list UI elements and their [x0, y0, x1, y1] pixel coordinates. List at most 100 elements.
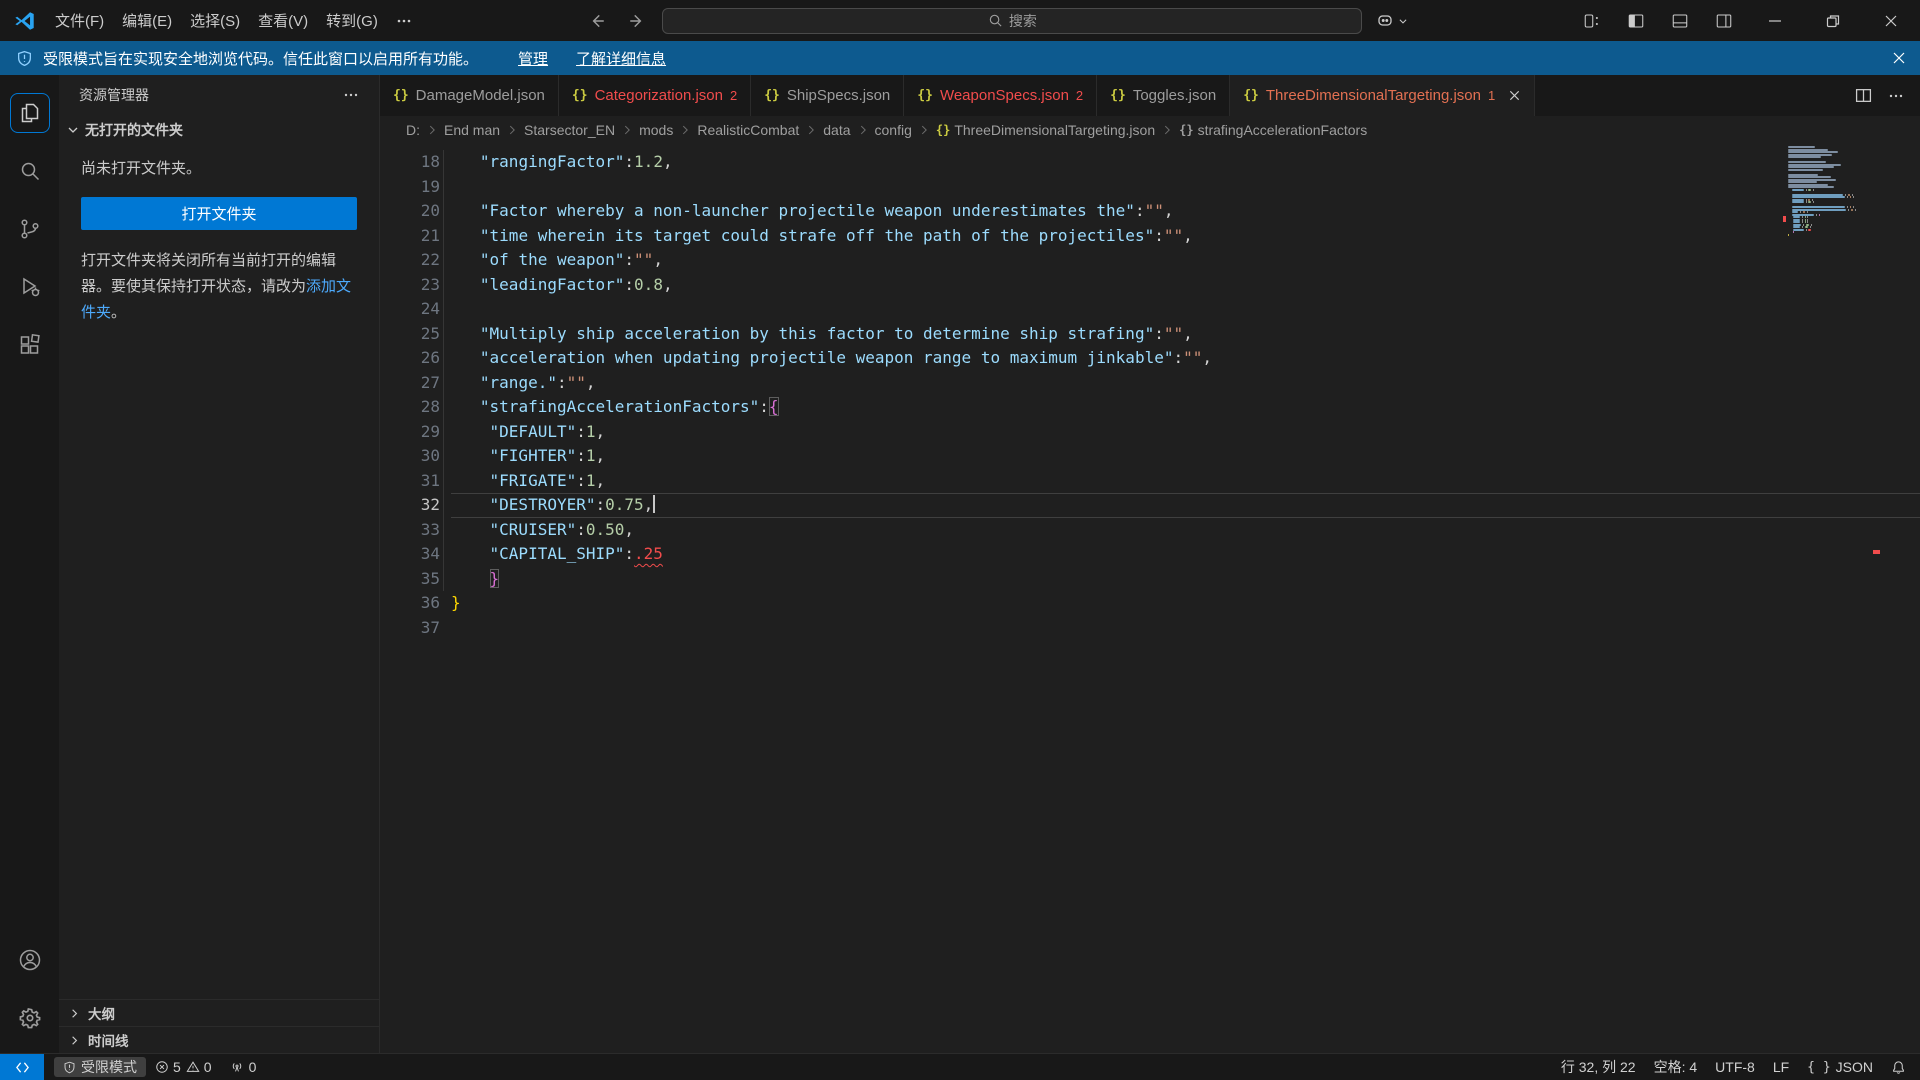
breadcrumb-item-D:[interactable]: D:: [406, 122, 420, 138]
sidebar-item-source-control[interactable]: [6, 200, 54, 258]
chevron-down-icon: [65, 122, 81, 138]
code-line-33[interactable]: 33 "CRUISER":0.50,: [380, 518, 1920, 543]
tab-WeaponSpecs.json[interactable]: {}WeaponSpecs.json2: [904, 75, 1097, 116]
breadcrumb-item-strafingAccelerationFactors[interactable]: {}strafingAccelerationFactors: [1179, 122, 1367, 138]
restricted-mode-status[interactable]: 受限模式: [54, 1057, 146, 1077]
indentation-status[interactable]: 空格: 4: [1645, 1054, 1707, 1080]
forward-arrow-icon[interactable]: [622, 12, 652, 30]
language-mode-status[interactable]: { } JSON: [1798, 1054, 1882, 1080]
split-editor-icon[interactable]: [1855, 87, 1872, 104]
sidebar-item-search[interactable]: [6, 142, 54, 200]
line-content: "DESTROYER":0.75,: [451, 493, 1920, 518]
chevron-right-icon: [67, 1033, 82, 1048]
code-line-24[interactable]: 24: [380, 297, 1920, 322]
code-line-37[interactable]: 37: [380, 616, 1920, 641]
breadcrumb-item-ThreeDimensionalTargeting.json[interactable]: {}ThreeDimensionalTargeting.json: [936, 122, 1155, 138]
code-line-18[interactable]: 18 "rangingFactor":1.2,: [380, 150, 1920, 175]
line-content: "CAPITAL_SHIP":.25: [451, 542, 1920, 567]
code-line-21[interactable]: 21 "time wherein its target could strafe…: [380, 224, 1920, 249]
tab-ShipSpecs.json[interactable]: {}ShipSpecs.json: [751, 75, 904, 116]
code-line-22[interactable]: 22 "of the weapon":"",: [380, 248, 1920, 273]
breadcrumb-item-Starsector_EN[interactable]: Starsector_EN: [524, 122, 615, 138]
remote-indicator[interactable]: [0, 1054, 44, 1080]
tab-DamageModel.json[interactable]: {}DamageModel.json: [380, 75, 559, 116]
close-window-button[interactable]: [1862, 0, 1920, 41]
code-line-36[interactable]: 36}: [380, 591, 1920, 616]
error-icon: [155, 1060, 169, 1074]
breadcrumb-item-End man[interactable]: End man: [444, 122, 500, 138]
editor-more-actions-icon[interactable]: [1888, 88, 1904, 104]
command-center-search[interactable]: 搜索: [662, 8, 1362, 34]
menu-item-1[interactable]: 编辑(E): [113, 6, 181, 35]
chevron-down-icon: [1398, 16, 1408, 26]
code-line-35[interactable]: 35 }: [380, 567, 1920, 592]
code-line-30[interactable]: 30 "FIGHTER":1,: [380, 444, 1920, 469]
breadcrumb-item-mods[interactable]: mods: [639, 122, 673, 138]
problems-status[interactable]: 5 0: [146, 1054, 221, 1080]
toggle-secondary-sidebar-icon[interactable]: [1702, 0, 1746, 41]
code-line-26[interactable]: 26 "acceleration when updating projectil…: [380, 346, 1920, 371]
code-line-27[interactable]: 27 "range.":"",: [380, 371, 1920, 396]
line-content: "Multiply ship acceleration by this fact…: [451, 322, 1920, 347]
encoding-status[interactable]: UTF-8: [1706, 1054, 1764, 1080]
toggle-panel-icon[interactable]: [1658, 0, 1702, 41]
minimap-error-marker: [1783, 216, 1786, 222]
restore-button[interactable]: [1804, 0, 1862, 41]
code-line-20[interactable]: 20 "Factor whereby a non-launcher projec…: [380, 199, 1920, 224]
code-editor[interactable]: 18 "rangingFactor":1.2,1920 "Factor wher…: [380, 144, 1920, 1053]
open-folder-button[interactable]: 打开文件夹: [81, 197, 357, 230]
eol-status[interactable]: LF: [1764, 1054, 1798, 1080]
tab-Categorization.json[interactable]: {}Categorization.json2: [559, 75, 751, 116]
sidebar-more-actions-icon[interactable]: [343, 87, 359, 103]
line-content: "leadingFactor":0.8,: [451, 273, 1920, 298]
sidebar-item-extensions[interactable]: [6, 316, 54, 374]
ports-status[interactable]: 0: [221, 1054, 266, 1080]
tab-ThreeDimensionalTargeting.json[interactable]: {}ThreeDimensionalTargeting.json1: [1230, 75, 1535, 116]
menu-more-icon[interactable]: [387, 9, 421, 33]
remote-icon: [15, 1060, 30, 1075]
outline-section[interactable]: 大纲: [59, 999, 379, 1026]
code-line-29[interactable]: 29 "DEFAULT":1,: [380, 420, 1920, 445]
menu-item-0[interactable]: 文件(F): [46, 6, 113, 35]
manage-link[interactable]: 管理: [518, 48, 548, 69]
breadcrumb-item-data[interactable]: data: [823, 122, 850, 138]
menu-item-4[interactable]: 转到(G): [317, 6, 387, 35]
notifications-bell-icon[interactable]: [1882, 1054, 1920, 1080]
code-line-19[interactable]: 19: [380, 175, 1920, 200]
settings-gear-icon[interactable]: [6, 989, 54, 1047]
cursor-position-status[interactable]: 行 32, 列 22: [1552, 1054, 1645, 1080]
section-no-folder-opened[interactable]: 无打开的文件夹: [59, 115, 379, 145]
menu-item-2[interactable]: 选择(S): [181, 6, 249, 35]
code-line-25[interactable]: 25 "Multiply ship acceleration by this f…: [380, 322, 1920, 347]
breadcrumb-item-RealisticCombat[interactable]: RealisticCombat: [697, 122, 799, 138]
line-content: "strafingAccelerationFactors":{: [451, 395, 1920, 420]
learn-more-link[interactable]: 了解详细信息: [576, 48, 666, 69]
timeline-section[interactable]: 时间线: [59, 1026, 379, 1053]
banner-close-icon[interactable]: [1892, 51, 1906, 65]
sidebar-item-run-debug[interactable]: [6, 258, 54, 316]
tab-close-icon[interactable]: [1508, 89, 1521, 102]
json-symbol-icon: {}: [1179, 123, 1193, 137]
copilot-icon[interactable]: [1376, 13, 1408, 29]
code-line-28[interactable]: 28 "strafingAccelerationFactors":{: [380, 395, 1920, 420]
code-line-34[interactable]: 34 "CAPITAL_SHIP":.25: [380, 542, 1920, 567]
account-icon[interactable]: [6, 931, 54, 989]
minimize-button[interactable]: [1746, 0, 1804, 41]
shield-icon: [63, 1061, 76, 1074]
customize-layout-icon[interactable]: [1570, 0, 1614, 41]
sidebar-item-explorer[interactable]: [6, 84, 54, 142]
code-line-32[interactable]: 32 "DESTROYER":0.75,: [380, 493, 1920, 518]
code-line-31[interactable]: 31 "FRIGATE":1,: [380, 469, 1920, 494]
back-arrow-icon[interactable]: [582, 12, 612, 30]
chevron-right-icon: [678, 123, 692, 137]
line-content: [451, 175, 1920, 200]
tab-Toggles.json[interactable]: {}Toggles.json: [1097, 75, 1230, 116]
minimap[interactable]: [1784, 146, 1877, 239]
chevron-right-icon: [856, 123, 870, 137]
menu-item-3[interactable]: 查看(V): [249, 6, 317, 35]
toggle-primary-sidebar-icon[interactable]: [1614, 0, 1658, 41]
status-bar: 受限模式 5 0 0 行 32, 列 22 空格: 4 UTF-8 LF { }…: [0, 1053, 1920, 1080]
code-line-23[interactable]: 23 "leadingFactor":0.8,: [380, 273, 1920, 298]
breadcrumb-item-config[interactable]: config: [875, 122, 912, 138]
line-content: "FIGHTER":1,: [451, 444, 1920, 469]
